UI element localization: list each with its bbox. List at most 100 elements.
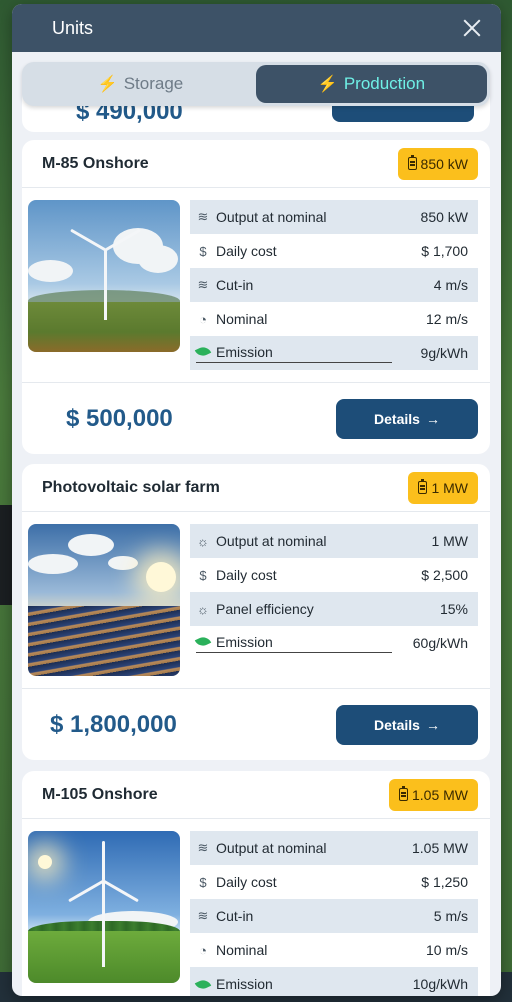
unit-type-tabs: ⚡ Storage ⚡ Production <box>22 62 490 106</box>
spec-value: 4 m/s <box>433 277 468 293</box>
spec-table: ≋ Output at nominal 850 kW $ Daily cost $ … <box>190 200 478 370</box>
units-list[interactable]: $ 490,000 ⚡ Storage ⚡ Production M-85 On… <box>12 52 501 996</box>
badge-value: 1.05 MW <box>411 786 468 803</box>
card-body: ≋ Output at nominal 850 kW $ Daily cost $ … <box>22 188 490 370</box>
spec-table: ≋ Output at nominal 1.05 MW $ Daily cost $… <box>190 831 478 996</box>
spec-value: 1 MW <box>431 533 468 549</box>
unit-card: M-85 Onshore 850 kW ≋ Output at nominal … <box>22 140 490 454</box>
battery-charging-icon: ⚡ <box>97 76 118 93</box>
leaf-icon <box>194 344 212 359</box>
leaf-icon <box>194 634 212 649</box>
wind-icon: ≋ <box>197 840 209 855</box>
close-icon[interactable] <box>461 17 483 39</box>
spec-row: $ Daily cost $ 1,250 <box>190 865 478 899</box>
modal-header: Units <box>12 4 501 52</box>
spec-label[interactable]: Emission <box>216 976 273 992</box>
solar-farm-image <box>28 524 180 676</box>
spec-row: ≋ Output at nominal 850 kW <box>190 200 478 234</box>
capacity-badge: 1.05 MW <box>388 778 478 811</box>
spec-value: $ 2,500 <box>421 567 468 583</box>
spec-label: Nominal <box>216 311 268 327</box>
spec-label: Daily cost <box>216 874 277 890</box>
spec-label: Cut-in <box>216 277 254 293</box>
spec-row: ☼ Output at nominal 1 MW <box>190 524 478 558</box>
card-body: ≋ Output at nominal 1.05 MW $ Daily cost $… <box>22 819 490 996</box>
badge-value: 850 kW <box>420 155 468 172</box>
spec-row: ≋ Cut-in 5 m/s <box>190 899 478 933</box>
spec-value: 15% <box>439 601 468 617</box>
details-label: Details <box>374 410 420 427</box>
card-header: M-85 Onshore 850 kW <box>22 140 490 188</box>
unit-title: M-105 Onshore <box>42 785 158 803</box>
spec-row: ≋ Output at nominal 1.05 MW <box>190 831 478 865</box>
tab-production[interactable]: ⚡ Production <box>256 65 487 103</box>
spec-label: Daily cost <box>216 243 277 259</box>
spec-row: Emission 9g/kWh <box>190 336 478 370</box>
wind-icon: ≋ <box>197 908 209 923</box>
arrow-right-icon: → <box>425 716 440 733</box>
unit-card: M-105 Onshore 1.05 MW ≋ Output at nomina… <box>22 771 490 996</box>
sun-icon: ☼ <box>197 533 209 549</box>
spec-value: 10 m/s <box>425 942 468 958</box>
spec-row: ◔ Nominal 10 m/s <box>190 933 478 967</box>
badge-value: 1 MW <box>431 479 468 496</box>
tab-label: Production <box>343 74 426 93</box>
spec-row: Emission 60g/kWh <box>190 626 478 660</box>
modal-title: Units <box>52 17 94 38</box>
arrow-right-icon: → <box>425 410 440 427</box>
spec-label: Panel efficiency <box>216 601 314 617</box>
tab-label: Storage <box>123 74 184 93</box>
lightning-icon: ⚡ <box>317 76 338 93</box>
unit-title: Photovoltaic solar farm <box>42 478 220 496</box>
spec-label: Output at nominal <box>216 533 327 549</box>
spec-value: 9g/kWh <box>420 345 468 361</box>
spec-label: Daily cost <box>216 567 277 583</box>
spec-row: Emission 10g/kWh <box>190 967 478 996</box>
battery-icon <box>407 155 417 170</box>
spec-label: Output at nominal <box>216 209 327 225</box>
spec-value: 1.05 MW <box>411 840 468 856</box>
spec-value: 60g/kWh <box>412 635 468 651</box>
capacity-badge: 1 MW <box>408 471 478 504</box>
card-header: M-105 Onshore 1.05 MW <box>22 771 490 819</box>
spec-label: Nominal <box>216 942 268 958</box>
wind-turbine-image <box>28 200 180 352</box>
leaf-icon <box>194 976 212 992</box>
details-button[interactable]: Details → <box>336 704 478 745</box>
battery-icon <box>418 479 428 494</box>
spec-label: Output at nominal <box>216 840 327 856</box>
unit-price: $ 1,800,000 <box>50 710 177 738</box>
card-header: Photovoltaic solar farm 1 MW <box>22 464 490 512</box>
wind-turbine-image <box>28 831 180 983</box>
units-modal: Units $ 490,000 ⚡ Storage ⚡ Production M… <box>12 4 501 996</box>
spec-row: ☼ Panel efficiency 15% <box>190 592 478 626</box>
wind-icon: ≋ <box>197 277 209 292</box>
card-footer: $ 500,000 Details → <box>22 382 490 454</box>
spec-label: Cut-in <box>216 908 254 924</box>
spec-label[interactable]: Emission <box>216 634 273 650</box>
dollar-icon: $ <box>199 874 207 890</box>
dollar-icon: $ <box>199 567 207 583</box>
spec-value: $ 1,700 <box>421 243 468 259</box>
wind-icon: ≋ <box>197 209 209 224</box>
spec-row: ≋ Cut-in 4 m/s <box>190 268 478 302</box>
spec-value: 10g/kWh <box>412 976 468 992</box>
dollar-icon: $ <box>199 243 207 259</box>
tab-storage[interactable]: ⚡ Storage <box>25 65 256 103</box>
spec-value: $ 1,250 <box>421 874 468 890</box>
card-footer: $ 1,800,000 Details → <box>22 688 490 760</box>
spec-value: 5 m/s <box>433 908 468 924</box>
card-body: ☼ Output at nominal 1 MW $ Daily cost $ 2,… <box>22 512 490 676</box>
details-button[interactable]: Details → <box>336 398 478 439</box>
spec-table: ☼ Output at nominal 1 MW $ Daily cost $ 2,… <box>190 524 478 676</box>
spec-row: $ Daily cost $ 1,700 <box>190 234 478 268</box>
gauge-icon: ◔ <box>199 942 207 958</box>
unit-title: M-85 Onshore <box>42 154 149 172</box>
spec-row: $ Daily cost $ 2,500 <box>190 558 478 592</box>
sun-icon: ☼ <box>197 601 209 617</box>
details-label: Details <box>374 716 420 733</box>
spec-value: 850 kW <box>420 209 468 225</box>
spec-label[interactable]: Emission <box>216 344 273 360</box>
capacity-badge: 850 kW <box>397 147 478 180</box>
unit-price: $ 500,000 <box>66 404 173 432</box>
